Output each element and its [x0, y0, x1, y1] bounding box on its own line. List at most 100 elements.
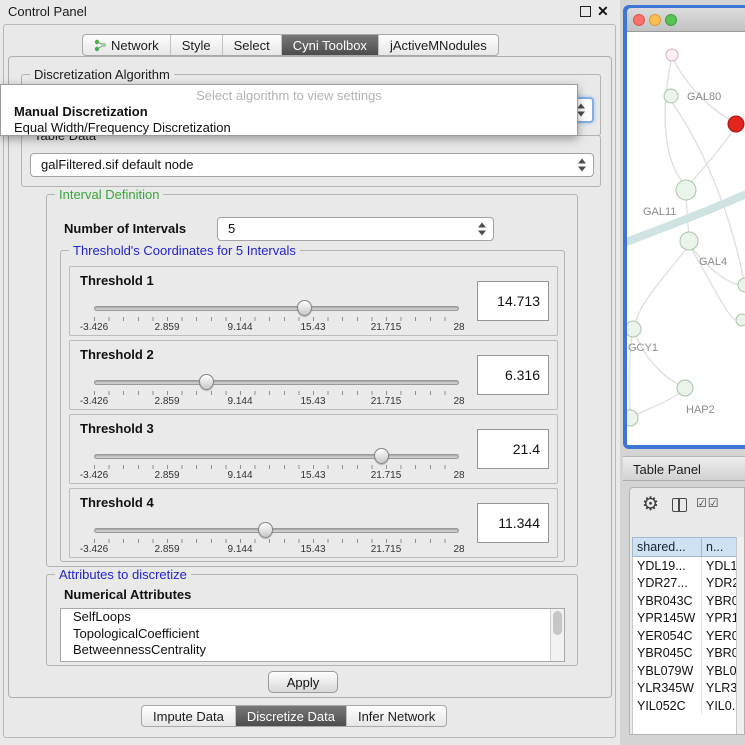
threshold-slider[interactable]: -3.4262.8599.14415.4321.71528: [94, 341, 459, 411]
close-traffic-light-icon[interactable]: [633, 14, 645, 26]
tab-style[interactable]: Style: [171, 35, 223, 55]
tab-cyni-toolbox[interactable]: Cyni Toolbox: [282, 35, 379, 55]
scale-label: -3.426: [80, 544, 108, 555]
table-panel-header[interactable]: Table Panel: [623, 456, 745, 481]
algorithm-dropdown-list: Select algorithm to view settings Manual…: [0, 84, 578, 136]
scale-label: 2.859: [154, 396, 179, 407]
scale-label: 9.144: [227, 470, 252, 481]
table-data-combo[interactable]: galFiltered.sif default node: [30, 153, 594, 177]
slider-track[interactable]: [94, 528, 459, 533]
apply-button[interactable]: Apply: [268, 671, 338, 693]
tab-network[interactable]: Network: [83, 35, 171, 55]
network-canvas[interactable]: GAL80GAL11GAL4GCY1HAP2: [627, 32, 745, 445]
scale-label: 2.859: [154, 470, 179, 481]
table-row[interactable]: YBL079WYBL0...: [633, 662, 742, 680]
network-edge: [635, 333, 681, 385]
slider-scale: -3.4262.8599.14415.4321.71528: [94, 470, 459, 482]
table-row[interactable]: YER054CYER0...: [633, 627, 742, 645]
scale-label: 15.43: [300, 396, 325, 407]
table-cell[interactable]: YER054C: [633, 627, 702, 645]
minimize-traffic-light-icon[interactable]: [649, 14, 661, 26]
threshold-value-field[interactable]: 14.713: [477, 281, 549, 321]
tab-discretize-data[interactable]: Discretize Data: [236, 706, 347, 726]
threshold-panel-3: Threshold 3 -3.4262.8599.14415.4321.7152…: [69, 414, 558, 484]
network-node[interactable]: [738, 278, 745, 292]
control-panel-titlebar: Control Panel ✕: [0, 0, 620, 22]
network-node[interactable]: [728, 116, 744, 132]
attribute-item[interactable]: TopologicalCoefficient: [61, 626, 564, 643]
combo-stepper-icon: [578, 159, 587, 172]
attribute-item[interactable]: SelfLoops: [61, 609, 564, 626]
threshold-slider[interactable]: -3.4262.8599.14415.4321.71528: [94, 267, 459, 337]
table-cell[interactable]: YBL079W: [633, 662, 702, 680]
attribute-item[interactable]: BetweennessCentrality: [61, 642, 564, 659]
table-row[interactable]: YBR045CYBR0...: [633, 645, 742, 663]
threshold-value-field[interactable]: 21.4: [477, 429, 549, 469]
float-window-icon[interactable]: [580, 6, 591, 17]
slider-track[interactable]: [94, 306, 459, 311]
table-cell[interactable]: YPR145W: [633, 610, 702, 628]
table-cell[interactable]: YDL19...: [633, 557, 702, 575]
threshold-value-field[interactable]: 11.344: [477, 503, 549, 543]
network-node[interactable]: [676, 180, 696, 200]
table-cell[interactable]: YDR27...: [633, 575, 702, 593]
slider-track[interactable]: [94, 380, 459, 385]
slider-track[interactable]: [94, 454, 459, 459]
tab-infer-network[interactable]: Infer Network: [347, 706, 446, 726]
network-node[interactable]: [666, 49, 678, 61]
network-node[interactable]: [677, 380, 693, 396]
dropdown-option-equal-width[interactable]: Equal Width/Frequency Discretization: [1, 120, 577, 135]
table-cell[interactable]: YBR045C: [633, 645, 702, 663]
table-row[interactable]: YBR043CYBR0...: [633, 592, 742, 610]
slider-ticks: [94, 317, 459, 321]
table-panel-window: ⚙ ☑☑ shared... n... YDL19...YDL1...YDR27…: [629, 487, 745, 735]
node-label: GAL4: [699, 256, 727, 268]
tab-select[interactable]: Select: [223, 35, 282, 55]
zoom-traffic-light-icon[interactable]: [665, 14, 677, 26]
table-cell[interactable]: YBR043C: [633, 592, 702, 610]
interval-definition-group: Interval Definition Number of Intervals …: [46, 194, 578, 567]
list-scrollbar[interactable]: [550, 609, 564, 661]
tab-impute-data[interactable]: Impute Data: [142, 706, 236, 726]
tab-jactivemnodules[interactable]: jActiveMNodules: [379, 35, 498, 55]
threshold-slider[interactable]: -3.4262.8599.14415.4321.71528: [94, 415, 459, 485]
table-scrollbar[interactable]: [736, 537, 744, 735]
select-columns-icon[interactable]: ☑☑: [696, 496, 720, 510]
table-cell[interactable]: YLR345W: [633, 680, 702, 698]
network-node[interactable]: [736, 314, 745, 326]
columns-icon[interactable]: [672, 498, 687, 512]
network-node[interactable]: [627, 321, 641, 337]
network-edge: [691, 129, 734, 183]
network-node[interactable]: [627, 410, 638, 426]
slider-thumb[interactable]: [374, 448, 389, 464]
tab-label: Impute Data: [153, 709, 224, 724]
scale-label: 28: [453, 322, 464, 333]
table-row[interactable]: YLR345WYLR3...: [633, 680, 742, 698]
network-edge: [635, 248, 687, 324]
table-row[interactable]: YPR145WYPR1...: [633, 610, 742, 628]
threshold-value-field[interactable]: 6.316: [477, 355, 549, 395]
attributes-list[interactable]: SelfLoopsTopologicalCoefficientBetweenne…: [60, 608, 565, 662]
table-row[interactable]: YIL052CYIL0...: [633, 697, 742, 715]
table-header-row: shared... n...: [632, 537, 742, 557]
gear-icon[interactable]: ⚙: [642, 493, 659, 516]
slider-thumb[interactable]: [297, 300, 312, 316]
network-window-titlebar[interactable]: [627, 8, 745, 32]
slider-thumb[interactable]: [258, 522, 273, 538]
node-label: GAL80: [687, 91, 721, 103]
close-window-icon[interactable]: ✕: [597, 3, 609, 20]
slider-thumb[interactable]: [199, 374, 214, 390]
threshold-slider[interactable]: -3.4262.8599.14415.4321.71528: [94, 489, 459, 559]
table-row[interactable]: YDR27...YDR2...: [633, 575, 742, 593]
tab-label: Select: [234, 38, 270, 53]
scale-label: -3.426: [80, 470, 108, 481]
column-header-shared-name[interactable]: shared...: [632, 537, 702, 557]
slider-ticks: [94, 539, 459, 543]
table-row[interactable]: YDL19...YDL1...: [633, 557, 742, 575]
network-node[interactable]: [680, 232, 698, 250]
network-node[interactable]: [664, 89, 678, 103]
num-intervals-combo[interactable]: 5: [217, 217, 494, 241]
window-title: Control Panel: [8, 4, 87, 19]
dropdown-option-manual[interactable]: Manual Discretization: [1, 104, 577, 119]
table-cell[interactable]: YIL052C: [633, 697, 702, 715]
